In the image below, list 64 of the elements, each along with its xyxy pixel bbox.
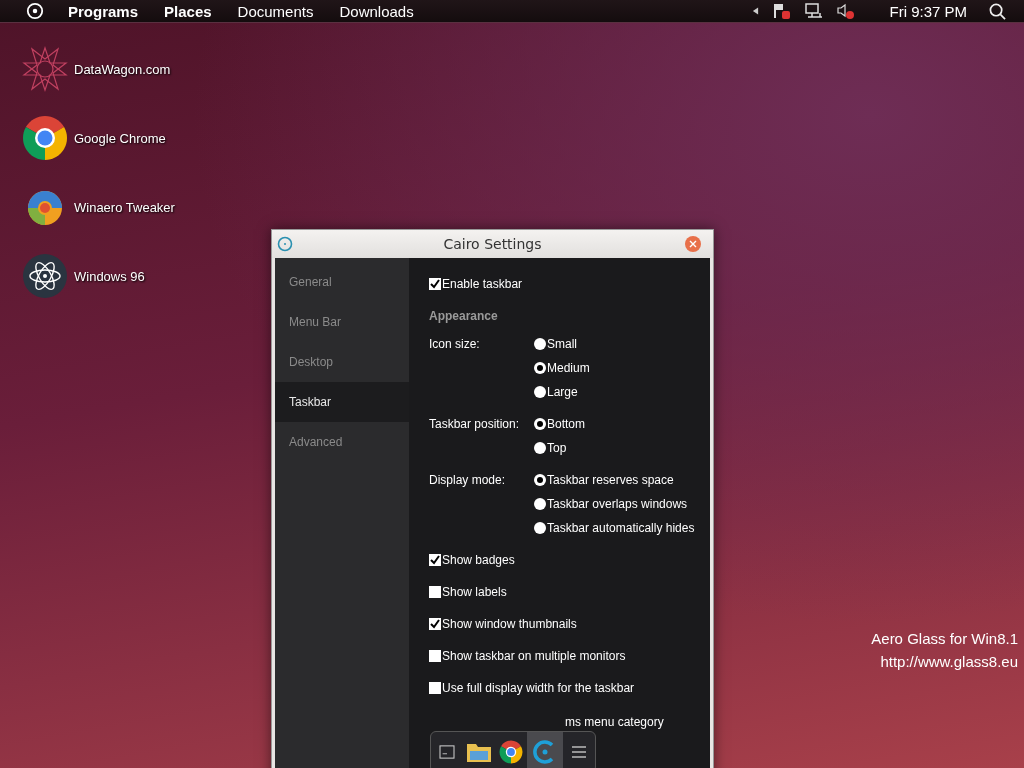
radio-label[interactable]: Taskbar reserves space — [547, 473, 674, 487]
checkbox-label[interactable]: Enable taskbar — [442, 277, 523, 291]
desktop-icon-label[interactable]: Winaero Tweaker — [74, 199, 175, 215]
radio-button[interactable] — [534, 418, 546, 430]
radio-label[interactable]: Bottom — [547, 417, 585, 431]
caret-icon[interactable] — [752, 7, 760, 15]
menu-item[interactable]: Downloads — [339, 2, 414, 20]
setting-label: Icon size: — [429, 336, 481, 353]
checkbox[interactable] — [429, 618, 441, 630]
network-icon[interactable] — [805, 3, 824, 19]
atom-icon[interactable] — [22, 253, 68, 299]
overlay-text: http://www.glass8.eu — [880, 652, 1018, 672]
checkbox-label[interactable]: Show badges — [442, 553, 515, 567]
sidebar-item[interactable]: Menu Bar — [275, 302, 409, 342]
terminal-icon[interactable] — [439, 745, 455, 759]
setting-label: ms menu category — [565, 714, 665, 731]
close-icon[interactable] — [684, 235, 702, 253]
radio-button[interactable] — [534, 386, 546, 398]
search-icon[interactable] — [989, 2, 1006, 20]
menu-item[interactable]: Programs — [68, 2, 139, 20]
radio-button[interactable] — [534, 522, 546, 534]
radio-button[interactable] — [534, 498, 546, 510]
menu-item[interactable]: Places — [164, 2, 212, 20]
sidebar-item[interactable]: Desktop — [275, 342, 409, 382]
radio-label[interactable]: Top — [547, 441, 567, 455]
star-pattern-icon[interactable] — [22, 46, 68, 92]
cairo-logo-icon[interactable] — [26, 2, 44, 20]
radio-label[interactable]: Taskbar overlaps windows — [547, 497, 688, 511]
clock[interactable]: Fri 9:37 PM — [889, 2, 967, 20]
radio-button[interactable] — [534, 338, 546, 350]
menu-item[interactable]: Documents — [237, 2, 314, 20]
checkbox[interactable] — [429, 586, 441, 598]
checkbox[interactable] — [429, 278, 441, 290]
sidebar-item[interactable]: Advanced — [275, 422, 409, 462]
checkbox[interactable] — [429, 650, 441, 662]
app-icon — [277, 236, 293, 252]
setting-label: Taskbar position: — [429, 416, 521, 433]
radio-label[interactable]: Large — [547, 385, 578, 399]
checkbox[interactable] — [429, 682, 441, 694]
window-title: Cairo Settings — [442, 236, 543, 252]
radio-button[interactable] — [534, 362, 546, 374]
chrome-icon[interactable] — [22, 115, 68, 161]
desktop-icon-label[interactable]: Google Chrome — [74, 130, 166, 146]
checkbox-label[interactable]: Show taskbar on multiple monitors — [442, 649, 626, 663]
checkbox[interactable] — [429, 554, 441, 566]
muted-speaker-icon[interactable] — [837, 3, 856, 19]
radio-button[interactable] — [534, 474, 546, 486]
section-heading: Appearance — [429, 308, 499, 325]
checkbox-label[interactable]: Use full display width for the taskbar — [442, 681, 635, 695]
flag-icon[interactable] — [773, 3, 792, 19]
radio-button[interactable] — [534, 442, 546, 454]
desktop-icon-label[interactable]: Windows 96 — [74, 268, 145, 284]
sidebar-item[interactable]: Taskbar — [275, 382, 409, 422]
radio-label[interactable]: Small — [547, 337, 577, 351]
sidebar-item[interactable]: General — [275, 262, 409, 302]
checkbox-label[interactable]: Show labels — [442, 585, 507, 599]
menu-icon[interactable] — [572, 746, 586, 758]
radio-label[interactable]: Taskbar automatically hides — [547, 521, 695, 535]
radio-label[interactable]: Medium — [547, 361, 590, 375]
desktop-icon-label[interactable]: DataWagon.com — [74, 61, 171, 77]
overlay-text: Aero Glass for Win8.1 — [871, 629, 1018, 649]
checkbox-label[interactable]: Show window thumbnails — [442, 617, 577, 631]
setting-label: Display mode: — [429, 472, 507, 489]
chrome-icon[interactable] — [499, 740, 523, 764]
